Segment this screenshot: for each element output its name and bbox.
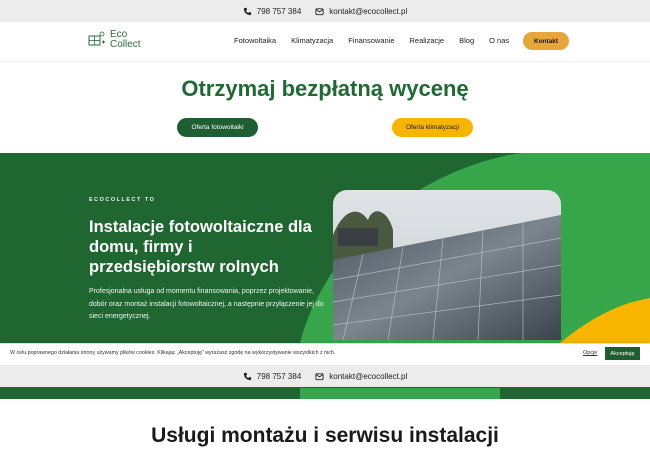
hero-description: Profesjonalna usługa od momentu finansow… bbox=[89, 288, 324, 320]
ac-offer-button[interactable]: Oferta klimatyzacji bbox=[392, 118, 473, 137]
site-header: Eco Collect Fotowoltaika Klimatyzacja Fi… bbox=[0, 22, 650, 62]
sticky-email-contact[interactable]: kontakt@ecocollect.pl bbox=[315, 372, 407, 381]
mail-icon bbox=[315, 7, 324, 15]
logo[interactable]: Eco Collect bbox=[87, 30, 141, 50]
cookie-accept-button[interactable]: Akceptuję bbox=[605, 347, 640, 360]
sticky-phone-number: 798 757 384 bbox=[256, 371, 302, 381]
nav-item-o-nas[interactable]: O nas bbox=[489, 36, 509, 45]
email-contact[interactable]: kontakt@ecocollect.pl bbox=[315, 7, 407, 16]
phone-icon bbox=[243, 7, 251, 15]
hero-eyebrow: ECOCOLLECT TO bbox=[89, 197, 156, 203]
phone-number: 798 757 384 bbox=[256, 6, 302, 16]
nav-item-realizacje[interactable]: Realizacje bbox=[410, 36, 445, 45]
contact-button[interactable]: Kontakt bbox=[523, 32, 569, 50]
hero-bottom-strip bbox=[0, 387, 650, 399]
sticky-contact-bar: 798 757 384 kontakt@ecocollect.pl bbox=[0, 365, 650, 387]
phone-icon bbox=[243, 372, 251, 380]
mail-icon bbox=[315, 372, 324, 380]
main-nav: Fotowoltaika Klimatyzacja Finansowanie R… bbox=[234, 36, 509, 45]
logo-line-2: Collect bbox=[110, 39, 141, 50]
pv-offer-button[interactable]: Oferta fotowoltaiki bbox=[177, 118, 258, 137]
sticky-phone-contact[interactable]: 798 757 384 bbox=[243, 371, 302, 381]
cookie-banner: W celu poprawnego działania strony używa… bbox=[0, 343, 650, 365]
cookie-options-link[interactable]: Opcje bbox=[583, 350, 597, 356]
nav-item-blog[interactable]: Blog bbox=[459, 36, 474, 45]
solar-panels-photo bbox=[333, 190, 561, 340]
quote-title: Otrzymaj bezpłatną wycenę bbox=[181, 76, 469, 101]
quote-section: Otrzymaj bezpłatną wycenę Oferta fotowol… bbox=[0, 62, 650, 153]
hero-section: ECOCOLLECT TO Instalacje fotowoltaiczne … bbox=[0, 153, 650, 343]
logo-text: Eco Collect bbox=[110, 30, 141, 50]
hero-title: Instalacje fotowoltaiczne dla domu, firm… bbox=[89, 218, 312, 276]
nav-item-finansowanie[interactable]: Finansowanie bbox=[348, 36, 394, 45]
cookie-text: W celu poprawnego działania strony używa… bbox=[10, 350, 336, 356]
email-address: kontakt@ecocollect.pl bbox=[329, 6, 408, 16]
nav-item-klimatyzacja[interactable]: Klimatyzacja bbox=[291, 36, 333, 45]
sticky-email-address: kontakt@ecocollect.pl bbox=[329, 371, 408, 381]
top-contact-bar: 798 757 384 kontakt@ecocollect.pl bbox=[0, 0, 650, 22]
nav-item-fotowoltaika[interactable]: Fotowoltaika bbox=[234, 36, 276, 45]
solar-panel-logo-icon bbox=[88, 31, 105, 46]
services-title: Usługi montażu i serwisu instalacji bbox=[151, 424, 499, 447]
phone-contact[interactable]: 798 757 384 bbox=[243, 6, 302, 16]
